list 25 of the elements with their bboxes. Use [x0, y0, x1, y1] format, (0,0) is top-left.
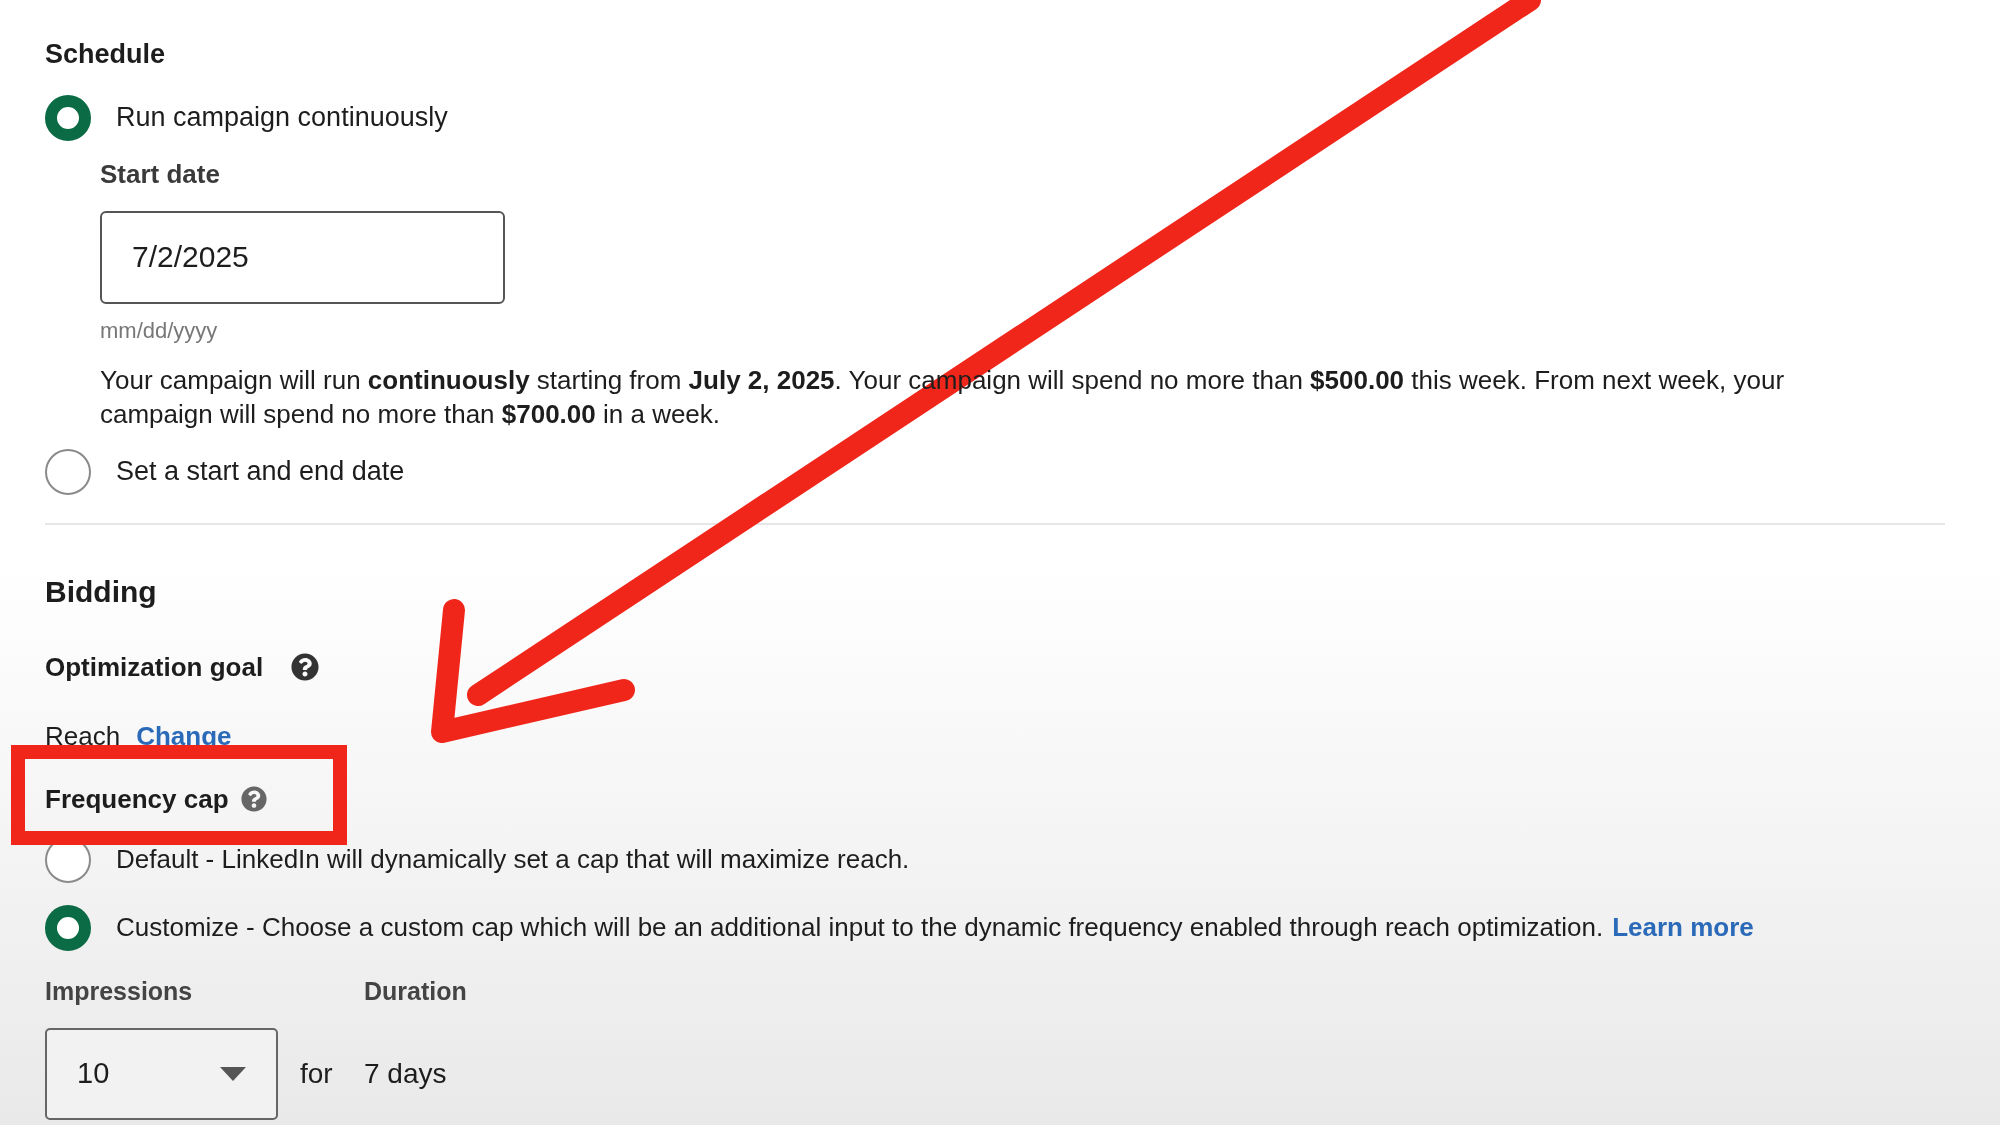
help-icon[interactable]: [240, 786, 267, 812]
field-label: Optimization goal: [45, 650, 264, 684]
section-heading: Bidding: [45, 573, 158, 610]
duration-value: 7 days: [364, 1057, 447, 1091]
change-link[interactable]: Change: [136, 716, 232, 756]
radio-button[interactable]: [45, 448, 91, 495]
radio-label: Default - LinkedIn will dynamically set a cap that will maximize reach.: [116, 843, 910, 876]
radio-label: Run campaign continuously: [116, 101, 448, 135]
help-icon[interactable]: [291, 653, 320, 681]
section-heading: Schedule: [45, 38, 167, 71]
field-label: Start date: [100, 157, 221, 191]
connector-text: for: [300, 1057, 334, 1091]
date-format-hint: mm/dd/yyyy: [100, 316, 219, 345]
learn-more-link[interactable]: Learn more: [1612, 908, 1754, 947]
field-label: Duration: [364, 975, 467, 1007]
radio-label: Set a start and end date: [116, 455, 405, 489]
radio-button[interactable]: [45, 94, 91, 141]
impressions-dropdown[interactable]: 10: [45, 1028, 278, 1120]
radio-button[interactable]: [45, 904, 91, 951]
field-label: Impressions: [45, 975, 194, 1007]
caret-icon: [220, 1067, 246, 1081]
field-label: Frequency cap: [45, 782, 229, 816]
goal-value: Reach: [45, 719, 121, 753]
radio-label: Customize - Choose a custom cap which will be an additional input to the dynamic frequency enabled through reach optimization.: [116, 911, 1604, 944]
date-field[interactable]: 7/2/2025: [100, 210, 505, 304]
